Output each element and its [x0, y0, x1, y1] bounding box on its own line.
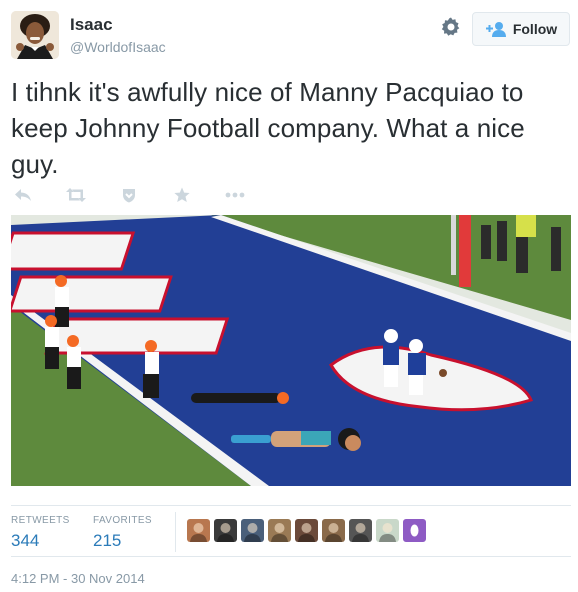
- avatar[interactable]: [11, 11, 59, 59]
- favorites-stat[interactable]: FAVORITES 215: [93, 515, 152, 551]
- more-icon[interactable]: [224, 185, 246, 205]
- favoriter-avatar[interactable]: [241, 519, 264, 542]
- retweets-label: RETWEETS: [11, 515, 70, 526]
- favoriter-avatars: [187, 519, 426, 542]
- divider-bottom: [11, 556, 571, 557]
- tweet-card: Isaac @WorldofIsaac Follow I tihnk it's …: [0, 0, 578, 592]
- favorites-count[interactable]: 215: [93, 531, 152, 551]
- favoriter-avatar[interactable]: [295, 519, 318, 542]
- star-icon[interactable]: [171, 185, 193, 205]
- favorites-label: FAVORITES: [93, 515, 152, 526]
- favoriter-avatar[interactable]: [214, 519, 237, 542]
- favoriter-avatar[interactable]: [187, 519, 210, 542]
- avatar-image: [11, 11, 59, 59]
- stats-separator: [175, 512, 176, 552]
- display-name[interactable]: Isaac: [70, 15, 113, 35]
- retweets-stat[interactable]: RETWEETS 344: [11, 515, 70, 551]
- favoriter-avatar[interactable]: [376, 519, 399, 542]
- add-user-icon: [485, 22, 506, 37]
- reply-icon[interactable]: [12, 185, 34, 205]
- follow-label: Follow: [512, 21, 558, 37]
- retweet-icon[interactable]: [65, 185, 87, 205]
- football-endzone-photo: [11, 215, 571, 486]
- retweets-count[interactable]: 344: [11, 531, 70, 551]
- follow-button[interactable]: Follow: [472, 12, 570, 46]
- tweet-photo[interactable]: [11, 215, 571, 486]
- user-handle[interactable]: @WorldofIsaac: [70, 39, 166, 55]
- gear-icon[interactable]: [438, 14, 464, 40]
- favoriter-avatar[interactable]: [403, 519, 426, 542]
- tweet-actions: [12, 184, 277, 206]
- tweet-timestamp[interactable]: 4:12 PM - 30 Nov 2014: [11, 571, 145, 586]
- favorite-shield-icon[interactable]: [118, 185, 140, 205]
- favoriter-avatar[interactable]: [322, 519, 345, 542]
- tweet-text: I tihnk it's awfully nice of Manny Pacqu…: [11, 77, 525, 179]
- favoriter-avatar[interactable]: [349, 519, 372, 542]
- favoriter-avatar[interactable]: [268, 519, 291, 542]
- divider-top: [11, 505, 571, 506]
